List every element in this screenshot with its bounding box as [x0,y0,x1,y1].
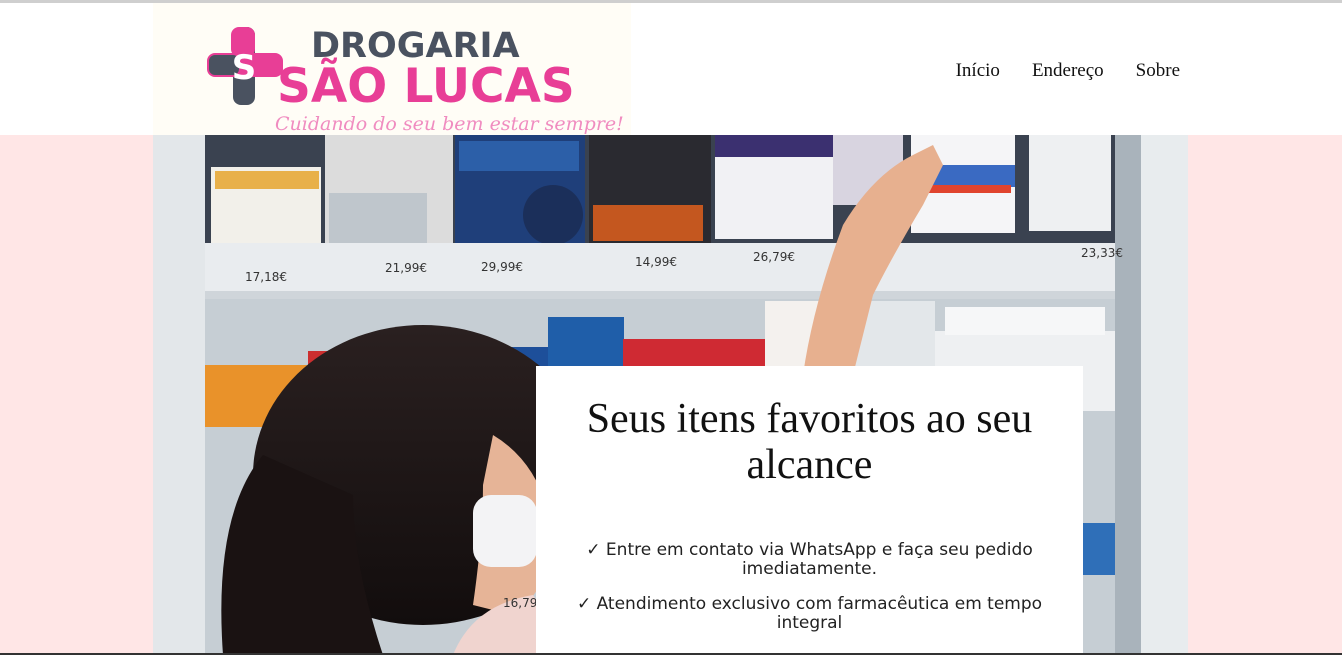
svg-text:Cuidando do seu bem estar semp: Cuidando do seu bem estar sempre! [275,113,624,135]
svg-text:S: S [232,48,257,88]
svg-text:23,33€: 23,33€ [1081,246,1123,260]
svg-text:17,18€: 17,18€ [245,270,287,284]
benefit-whatsapp: ✓ Entre em contato via WhatsApp e faça s… [586,540,1033,579]
main-nav: Início Endereço Sobre [924,60,1180,82]
svg-text:21,99€: 21,99€ [385,261,427,275]
svg-text:29,99€: 29,99€ [481,260,523,274]
hero-title: Seus itens favoritos ao seu alcance [586,396,1033,488]
brand-logo[interactable]: S DROGARIA SÃO LUCAS Cuidando do seu bem… [153,3,631,135]
svg-text:SÃO LUCAS: SÃO LUCAS [277,58,575,114]
nav-inicio[interactable]: Início [956,60,1000,82]
logo-graphic: S DROGARIA SÃO LUCAS Cuidando do seu bem… [207,26,624,135]
svg-text:14,99€: 14,99€ [635,255,677,269]
hero-card: Seus itens favoritos ao seu alcance ✓ En… [536,366,1083,655]
nav-endereco[interactable]: Endereço [1032,60,1104,82]
benefit-pharmacist: ✓ Atendimento exclusivo com farmacêutica… [576,594,1043,633]
nav-sobre[interactable]: Sobre [1136,60,1180,82]
svg-text:16,79: 16,79 [503,596,537,610]
svg-text:26,79€: 26,79€ [753,250,795,264]
